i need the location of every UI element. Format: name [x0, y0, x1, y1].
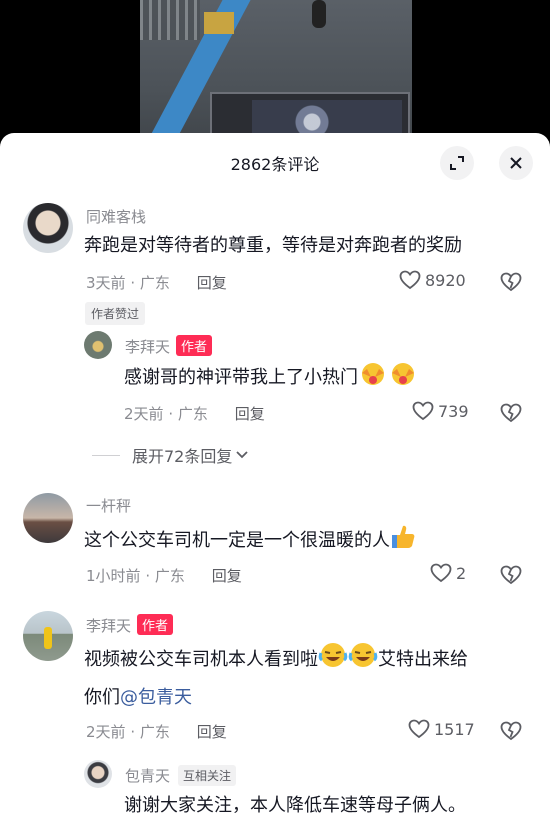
comment-meta: 1小时前 · 广东 回复 — [86, 565, 242, 586]
comment-region: 广东 — [139, 723, 170, 741]
video-frame — [140, 0, 412, 150]
comment-username-text: 李拜天 — [86, 617, 132, 635]
comment-region: 广东 — [139, 274, 170, 292]
comment-sheet: 2862条评论 同难客栈 奔跑是对等待者的尊重，等待是对奔跑者的奖励 3天前 ·… — [0, 133, 550, 825]
chevron-down-icon — [236, 451, 249, 459]
meta-separator: · — [168, 405, 174, 423]
avatar-figure — [44, 627, 52, 649]
heart-icon — [430, 563, 452, 583]
avatar[interactable] — [84, 760, 112, 788]
author-badge: 作者 — [176, 335, 213, 356]
reply-username-text: 包青天 — [125, 767, 171, 785]
like-count: 739 — [438, 401, 469, 421]
heart-icon — [399, 270, 421, 290]
video-railing — [140, 0, 200, 40]
mutual-follow-badge: 互相关注 — [178, 765, 237, 786]
expand-button[interactable] — [440, 146, 474, 180]
reply-meta: 2天前 · 广东 回复 — [124, 403, 265, 424]
reply-button[interactable]: 回复 — [197, 723, 227, 741]
reply-region: 广东 — [177, 405, 208, 423]
hug-emoji-icon — [362, 363, 384, 385]
comment-region: 广东 — [154, 567, 185, 585]
close-button[interactable] — [499, 146, 533, 180]
dislike-button[interactable] — [500, 721, 522, 745]
like-button[interactable]: 1517 — [408, 719, 475, 739]
comment-text: 奔跑是对等待者的尊重，等待是对奔跑者的奖励 — [84, 235, 462, 256]
like-button[interactable]: 2 — [430, 563, 466, 583]
comment-text-line1-tail: 艾特出来给 — [378, 649, 468, 670]
laugh-cry-emoji-icon — [348, 643, 378, 667]
video-player[interactable] — [0, 0, 550, 150]
reply-text-content: 感谢哥的神评带我上了小热门 — [124, 367, 358, 388]
video-yellow-box — [204, 12, 234, 34]
reply-button[interactable]: 回复 — [235, 405, 265, 423]
comment-text-line1: 视频被公交车司机本人看到啦 — [84, 649, 318, 670]
meta-separator: · — [130, 723, 136, 741]
comment-text: 这个公交车司机一定是一个很温暖的人 — [84, 522, 416, 558]
like-count: 2 — [456, 563, 467, 583]
comment-time: 1小时前 — [86, 567, 141, 585]
comment-username[interactable]: 一杆秤 — [86, 495, 131, 516]
comment-text: 视频被公交车司机本人看到啦 艾特出来给 — [84, 641, 468, 677]
dislike-button[interactable] — [500, 272, 522, 296]
hug-emoji-icon — [392, 363, 414, 385]
comment-text-line2: 你们@包青天 — [84, 681, 192, 715]
dislike-heart-icon — [500, 721, 522, 741]
mention-link[interactable]: @包青天 — [120, 687, 192, 708]
close-icon — [510, 157, 522, 169]
reply-username[interactable]: 李拜天 作者 — [125, 335, 213, 357]
dislike-button[interactable] — [500, 565, 522, 589]
reply-text: 谢谢大家关注，本人降低车速等母子俩人。 — [124, 795, 466, 816]
author-liked-tag: 作者赞过 — [85, 302, 146, 325]
dislike-heart-icon — [500, 272, 522, 292]
comment-username[interactable]: 同难客栈 — [86, 206, 146, 227]
reply-time: 2天前 — [124, 405, 164, 423]
like-count: 8920 — [425, 270, 466, 290]
expand-icon — [450, 156, 464, 170]
thumbs-up-emoji-icon — [392, 525, 415, 548]
comment-meta: 2天前 · 广东 回复 — [86, 721, 227, 742]
dislike-button[interactable] — [500, 403, 522, 427]
reply-button[interactable]: 回复 — [197, 274, 227, 292]
avatar[interactable] — [23, 611, 73, 661]
comment-time: 3天前 — [86, 274, 126, 292]
avatar[interactable] — [84, 331, 112, 359]
reply-username-text: 李拜天 — [125, 338, 171, 356]
comment-time: 2天前 — [86, 723, 126, 741]
dislike-heart-icon — [500, 403, 522, 423]
laugh-cry-emoji-icon — [318, 643, 348, 667]
like-count: 1517 — [434, 719, 475, 739]
comment-meta: 3天前 · 广东 回复 — [86, 272, 227, 293]
avatar[interactable] — [23, 493, 73, 543]
like-button[interactable]: 739 — [412, 401, 469, 421]
heart-icon — [408, 719, 430, 739]
expand-divider — [92, 454, 120, 456]
meta-separator: · — [130, 274, 136, 292]
avatar[interactable] — [23, 203, 73, 253]
video-wheel — [312, 0, 326, 28]
reply-text: 感谢哥的神评带我上了小热门 — [124, 361, 418, 395]
reply-username[interactable]: 包青天 互相关注 — [125, 765, 237, 786]
author-badge: 作者 — [137, 614, 174, 635]
meta-separator: · — [145, 567, 151, 585]
expand-replies-label: 展开72条回复 — [132, 447, 233, 466]
like-button[interactable]: 8920 — [399, 270, 466, 290]
comment-sheet-header: 2862条评论 — [0, 133, 550, 189]
comment-text-line2-content: 你们 — [84, 687, 120, 708]
comment-text-content: 这个公交车司机一定是一个很温暖的人 — [84, 530, 390, 551]
expand-replies-button[interactable]: 展开72条回复 — [92, 443, 250, 467]
heart-icon — [412, 401, 434, 421]
reply-button[interactable]: 回复 — [212, 567, 242, 585]
dislike-heart-icon — [500, 565, 522, 585]
comment-username[interactable]: 李拜天 作者 — [86, 614, 174, 636]
